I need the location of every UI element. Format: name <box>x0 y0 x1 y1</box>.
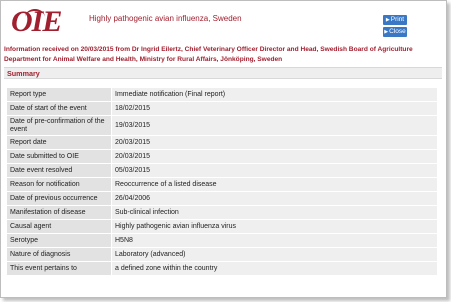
print-label: Print <box>390 16 405 23</box>
table-row: Date of start of the event 18/02/2015 <box>6 101 438 116</box>
print-icon: ▶ <box>385 17 390 23</box>
row-key: Date submitted to OIE <box>6 149 112 164</box>
row-key: Date event resolved <box>6 163 112 178</box>
row-value: 26/04/2006 <box>111 191 438 206</box>
row-key: Nature of diagnosis <box>6 247 112 262</box>
table-row: Date of previous occurrence 26/04/2006 <box>6 191 438 206</box>
logo-arc <box>25 9 45 25</box>
row-value: Sub-clinical infection <box>111 205 438 220</box>
table-row: Date event resolved 05/03/2015 <box>6 163 438 178</box>
row-key: Date of start of the event <box>6 101 112 116</box>
table-row: Manifestation of disease Sub-clinical in… <box>6 205 438 220</box>
close-label: Close <box>389 28 406 35</box>
oie-logo: OIE <box>11 7 75 37</box>
row-key: This event pertains to <box>6 261 112 276</box>
row-key: Reason for notification <box>6 177 112 192</box>
info-received: Information received on 20/03/2015 from … <box>4 46 413 63</box>
row-key: Report type <box>6 87 112 102</box>
row-value: 18/02/2015 <box>111 101 438 116</box>
table-row: Date submitted to OIE 20/03/2015 <box>6 149 438 164</box>
page-title: Highly pathogenic avian influenza, Swede… <box>89 14 242 23</box>
row-value: 20/03/2015 <box>111 135 438 150</box>
summary-table: Report type Immediate notification (Fina… <box>6 87 438 276</box>
table-row: Date of pre-confirmation of the event 19… <box>6 115 438 136</box>
close-button[interactable]: ▶Close <box>383 27 407 37</box>
row-key: Manifestation of disease <box>6 205 112 220</box>
table-row: Nature of diagnosis Laboratory (advanced… <box>6 247 438 262</box>
row-key: Date of pre-confirmation of the event <box>6 115 112 136</box>
print-button[interactable]: ▶Print <box>383 15 407 25</box>
close-icon: ▶ <box>384 29 389 35</box>
table-row: This event pertains to a defined zone wi… <box>6 261 438 276</box>
row-value: 20/03/2015 <box>111 149 438 164</box>
row-value: a defined zone within the country <box>111 261 438 276</box>
row-key: Causal agent <box>6 219 112 234</box>
table-row: Report type Immediate notification (Fina… <box>6 87 438 102</box>
row-value: H5N8 <box>111 233 438 248</box>
row-key: Report date <box>6 135 112 150</box>
table-row: Serotype H5N8 <box>6 233 438 248</box>
row-value: Highly pathogenic avian influenza virus <box>111 219 438 234</box>
table-row: Report date 20/03/2015 <box>6 135 438 150</box>
row-value: Immediate notification (Final report) <box>111 87 438 102</box>
row-value: 05/03/2015 <box>111 163 438 178</box>
row-key: Serotype <box>6 233 112 248</box>
report-window: OIE Highly pathogenic avian influenza, S… <box>0 0 447 298</box>
table-row: Causal agent Highly pathogenic avian inf… <box>6 219 438 234</box>
table-row: Reason for notification Reoccurrence of … <box>6 177 438 192</box>
row-value: Laboratory (advanced) <box>111 247 438 262</box>
row-value: 19/03/2015 <box>111 115 438 136</box>
row-key: Date of previous occurrence <box>6 191 112 206</box>
row-value: Reoccurrence of a listed disease <box>111 177 438 192</box>
summary-heading: Summary <box>4 67 442 79</box>
